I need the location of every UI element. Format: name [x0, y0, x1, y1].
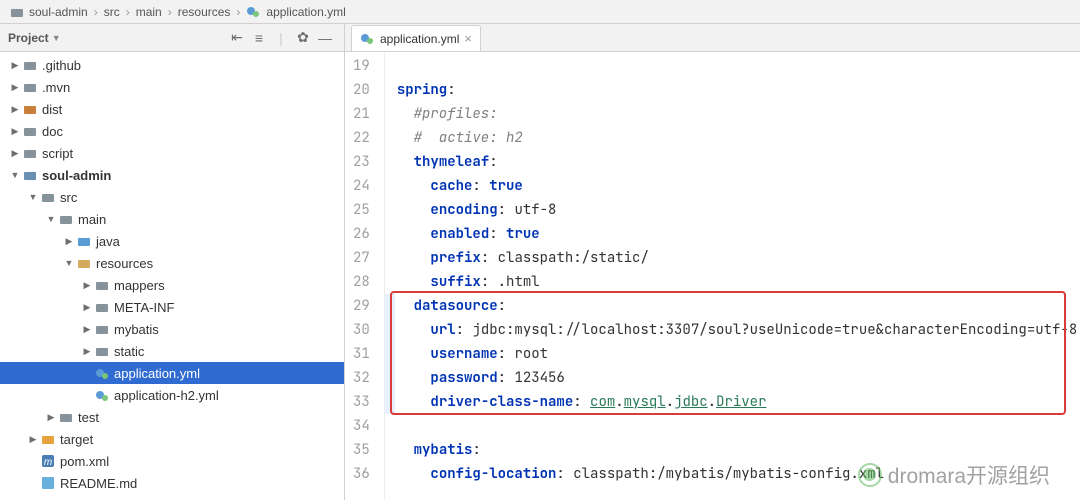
code-body[interactable]: spring: #profiles: # active: h2 thymelea…	[385, 52, 1080, 500]
code-line-33[interactable]: driver-class-name: com.mysql.jdbc.Driver	[397, 390, 1080, 414]
tab-application-yml[interactable]: application.yml ×	[351, 25, 481, 51]
tree-node-main[interactable]: ▼main	[0, 208, 344, 230]
expand-icon[interactable]: ≡	[248, 30, 270, 46]
project-title[interactable]: Project	[8, 31, 49, 45]
code-line-32[interactable]: password: 123456	[397, 366, 1080, 390]
tree-node-script[interactable]: ▶script	[0, 142, 344, 164]
breadcrumb-2[interactable]: main	[136, 5, 162, 19]
code-line-20[interactable]: spring:	[397, 78, 1080, 102]
code-line-19[interactable]	[397, 54, 1080, 78]
tree-node-test[interactable]: ▶test	[0, 406, 344, 428]
tree-node-pom-xml[interactable]: mpom.xml	[0, 450, 344, 472]
code-line-31[interactable]: username: root	[397, 342, 1080, 366]
project-header: Project ▼ ⇤ ≡ | ✿ —	[0, 24, 344, 52]
project-tree[interactable]: ▶.github▶.mvn▶dist▶doc▶script▼soul-admin…	[0, 52, 344, 500]
code-line-24[interactable]: cache: true	[397, 174, 1080, 198]
tree-node-soul-admin[interactable]: ▼soul-admin	[0, 164, 344, 186]
editor-tabs: application.yml ×	[345, 24, 1080, 52]
code-line-29[interactable]: datasource:	[397, 294, 1080, 318]
collapse-icon[interactable]: ⇤	[226, 29, 248, 46]
tree-node-java[interactable]: ▶java	[0, 230, 344, 252]
breadcrumb-3[interactable]: resources	[178, 5, 231, 19]
tree-node-README-md[interactable]: README.md	[0, 472, 344, 494]
editor: application.yml × 1920212223242526272829…	[345, 24, 1080, 500]
tree-node-META-INF[interactable]: ▶META-INF	[0, 296, 344, 318]
wechat-icon	[858, 463, 882, 487]
tree-node-resources[interactable]: ▼resources	[0, 252, 344, 274]
folder-icon	[10, 5, 24, 19]
breadcrumb-4[interactable]: application.yml	[266, 5, 345, 19]
code-line-27[interactable]: prefix: classpath:/static/	[397, 246, 1080, 270]
tree-node--mvn[interactable]: ▶.mvn	[0, 76, 344, 98]
tree-node-target[interactable]: ▶target	[0, 428, 344, 450]
tree-node-mybatis[interactable]: ▶mybatis	[0, 318, 344, 340]
yaml-icon	[360, 31, 375, 46]
code-line-26[interactable]: enabled: true	[397, 222, 1080, 246]
tree-node-application-h2-yml[interactable]: application-h2.yml	[0, 384, 344, 406]
yaml-icon	[246, 4, 261, 19]
breadcrumb-0[interactable]: soul-admin	[29, 5, 88, 19]
tree-node--github[interactable]: ▶.github	[0, 54, 344, 76]
code-line-35[interactable]: mybatis:	[397, 438, 1080, 462]
code-line-23[interactable]: thymeleaf:	[397, 150, 1080, 174]
minimize-icon[interactable]: —	[314, 30, 336, 46]
tree-node-static[interactable]: ▶static	[0, 340, 344, 362]
close-icon[interactable]: ×	[464, 31, 472, 46]
dropdown-icon[interactable]: ▼	[52, 33, 61, 43]
watermark: dromara开源组织	[858, 460, 1050, 490]
code-line-30[interactable]: url: jdbc:mysql://localhost:3307/soul?us…	[397, 318, 1080, 342]
code-area[interactable]: 192021222324252627282930313233343536 spr…	[345, 52, 1080, 500]
code-line-25[interactable]: encoding: utf-8	[397, 198, 1080, 222]
svg-text:m: m	[44, 457, 52, 468]
project-panel: Project ▼ ⇤ ≡ | ✿ — ▶.github▶.mvn▶dist▶d…	[0, 24, 345, 500]
code-line-22[interactable]: # active: h2	[397, 126, 1080, 150]
gear-icon[interactable]: ✿	[292, 29, 314, 46]
breadcrumb: soul-admin › src › main › resources › ap…	[0, 0, 1080, 24]
tree-node-application-yml[interactable]: application.yml	[0, 362, 344, 384]
tab-label: application.yml	[380, 32, 459, 46]
tree-node-dist[interactable]: ▶dist	[0, 98, 344, 120]
code-line-34[interactable]	[397, 414, 1080, 438]
code-line-28[interactable]: suffix: .html	[397, 270, 1080, 294]
tree-node-src[interactable]: ▼src	[0, 186, 344, 208]
code-line-21[interactable]: #profiles:	[397, 102, 1080, 126]
gutter: 192021222324252627282930313233343536	[345, 52, 385, 500]
tree-node-mappers[interactable]: ▶mappers	[0, 274, 344, 296]
breadcrumb-1[interactable]: src	[104, 5, 120, 19]
divider: |	[270, 30, 292, 46]
tree-node-doc[interactable]: ▶doc	[0, 120, 344, 142]
